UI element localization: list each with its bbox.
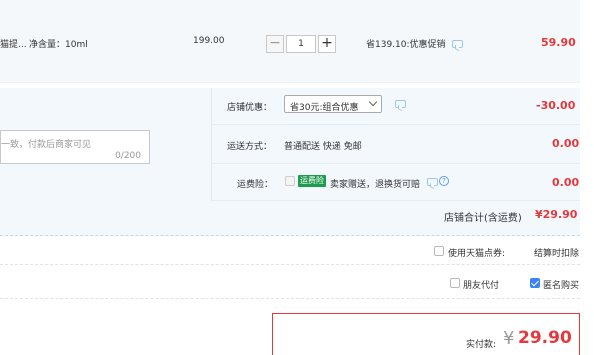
- shipping-method: 普通配送 快递 免邮: [284, 142, 362, 152]
- shipping-label: 运送方式：: [227, 142, 273, 152]
- tmall-coupon-checkbox[interactable]: [434, 246, 444, 256]
- promo-text: 省139.10:优惠促销: [366, 40, 446, 50]
- chevron-down-icon: [368, 97, 378, 107]
- currency-symbol: ¥: [503, 328, 515, 349]
- row-divider: [211, 200, 580, 201]
- divider: [0, 264, 580, 265]
- anonymous-checkbox[interactable]: [530, 278, 540, 288]
- promo-info-icon[interactable]: [452, 40, 463, 48]
- help-icon[interactable]: ?: [439, 176, 449, 186]
- shop-divider: [211, 88, 212, 200]
- item-description[interactable]: 猫提...: [0, 37, 27, 50]
- item-subtotal: 59.90: [541, 36, 576, 49]
- insurance-label: 运费险：: [237, 180, 274, 190]
- insurance-badge: 运费险: [298, 175, 326, 187]
- payment-summary-box: 实付款: ¥ 29.90: [272, 313, 580, 355]
- row-divider: [211, 163, 580, 164]
- payment-amount: 29.90: [518, 328, 572, 348]
- shop-total-label: 店铺合计(含运费): [444, 213, 522, 224]
- tmall-coupon-note: 结算时扣除: [534, 249, 580, 259]
- divider: [0, 298, 580, 299]
- tmall-coupon-label: 使用天猫点券:: [448, 249, 506, 259]
- shipping-amount: 0.00: [552, 137, 580, 150]
- message-to-seller-field[interactable]: 一致，付款后商家可见 0/200: [0, 130, 150, 164]
- anonymous-label: 匿名购买: [543, 281, 580, 291]
- payment-label: 实付款:: [466, 340, 497, 350]
- insurance-text: 卖家赠送，退换货可赔: [330, 180, 421, 190]
- shop-discount-label: 店铺优惠：: [227, 103, 273, 113]
- item-unit-price: 199.00: [193, 36, 225, 46]
- row-divider: [211, 124, 580, 125]
- insurance-amount: 0.00: [552, 176, 580, 189]
- cart-item-row: 猫提... 净含量：10ml 199.00 − 1 + 省139.10:优惠促销…: [0, 0, 580, 83]
- message-placeholder: 一致，付款后商家可见: [1, 140, 92, 150]
- message-char-count: 0/200: [115, 151, 141, 161]
- shop-total-value: ¥29.90: [535, 208, 578, 221]
- shop-discount-select[interactable]: 省30元:组合优惠: [284, 95, 382, 113]
- insurance-chat-icon[interactable]: [427, 178, 438, 186]
- shop-discount-value: 省30元:组合优惠: [290, 103, 359, 113]
- discount-info-icon[interactable]: [395, 100, 406, 108]
- quantity-increase-button[interactable]: +: [318, 35, 336, 53]
- item-spec: 净含量：10ml: [29, 40, 88, 50]
- shop-discount-amount: -30.00: [536, 99, 576, 112]
- quantity-decrease-button[interactable]: −: [266, 35, 284, 53]
- quantity-input[interactable]: 1: [286, 35, 316, 53]
- friend-pay-checkbox[interactable]: [450, 278, 460, 288]
- friend-pay-label: 朋友代付: [463, 281, 500, 291]
- insurance-checkbox: [285, 176, 295, 186]
